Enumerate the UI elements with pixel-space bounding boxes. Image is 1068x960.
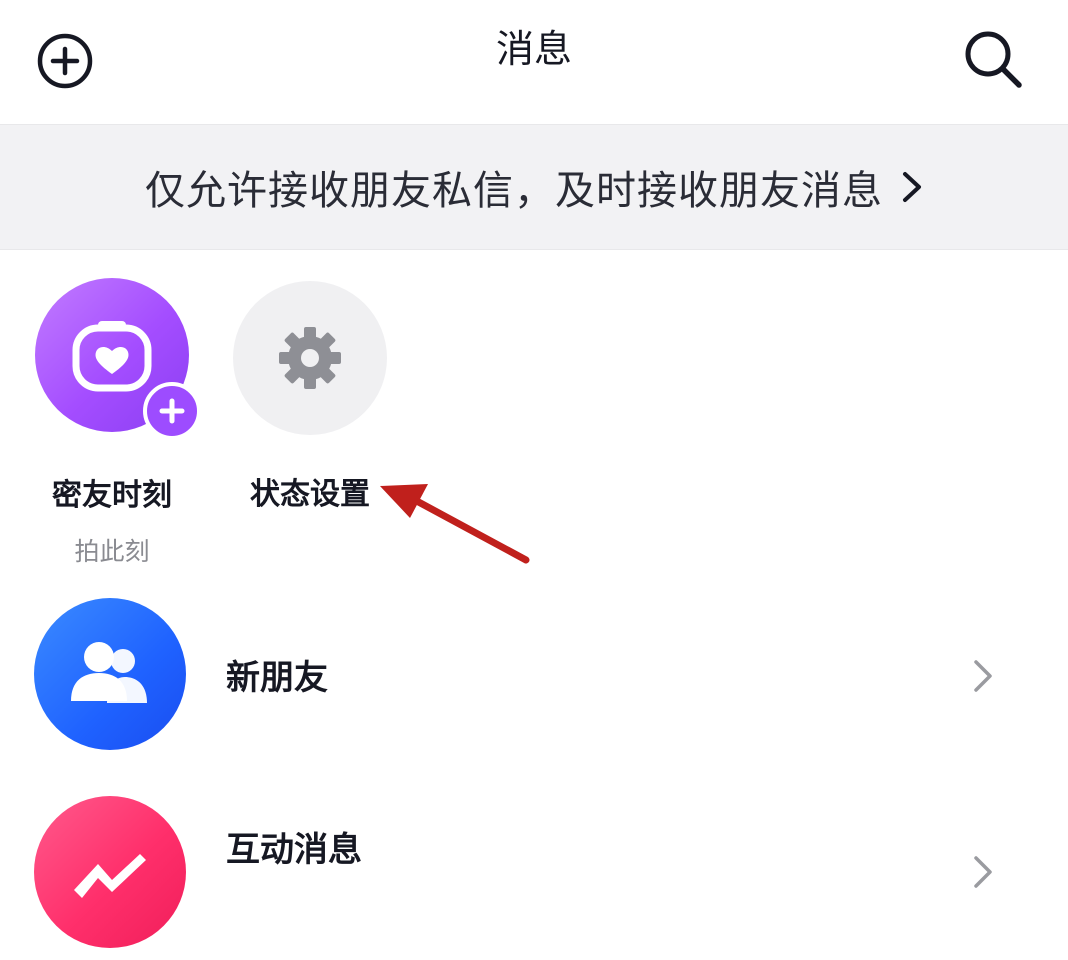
- story-close-friends-moment[interactable]: 密友时刻 拍此刻: [35, 278, 201, 568]
- search-button[interactable]: [958, 24, 1028, 94]
- moment-avatar[interactable]: [35, 278, 201, 440]
- list-item-label: 新朋友: [226, 658, 328, 698]
- story-status-settings[interactable]: 状态设置: [233, 281, 387, 513]
- red-arrow-annotation: [380, 484, 530, 564]
- list-item-label: 互动消息: [226, 830, 362, 870]
- chevron-right-icon: [974, 660, 992, 692]
- list-item-new-friends[interactable]: 新朋友: [0, 596, 1068, 766]
- story-label: 状态设置: [250, 477, 370, 512]
- page-title: 消息: [495, 27, 572, 71]
- story-label: 密友时刻: [52, 478, 172, 513]
- status-settings-avatar[interactable]: [233, 281, 387, 435]
- plus-icon: [159, 398, 185, 424]
- lightning-message-icon: [74, 854, 146, 898]
- search-icon: [965, 31, 1022, 88]
- add-moment-badge[interactable]: [143, 382, 201, 440]
- privacy-banner[interactable]: 仅允许接收朋友私信，及时接收朋友消息: [0, 124, 1068, 250]
- users-icon: [71, 642, 147, 703]
- gear-icon: [279, 327, 341, 389]
- new-friends-avatar: [34, 598, 186, 750]
- top-bar: 消息: [0, 0, 1068, 124]
- chevron-right-icon: [901, 170, 923, 204]
- chevron-right-icon: [974, 856, 992, 888]
- banner-text: 仅允许接收朋友私信，及时接收朋友消息: [145, 168, 883, 214]
- camera-heart-icon: [72, 321, 152, 392]
- story-sublabel: 拍此刻: [74, 537, 150, 566]
- list-item-interaction-messages[interactable]: 互动消息: [0, 790, 1068, 960]
- interaction-messages-avatar: [34, 796, 186, 948]
